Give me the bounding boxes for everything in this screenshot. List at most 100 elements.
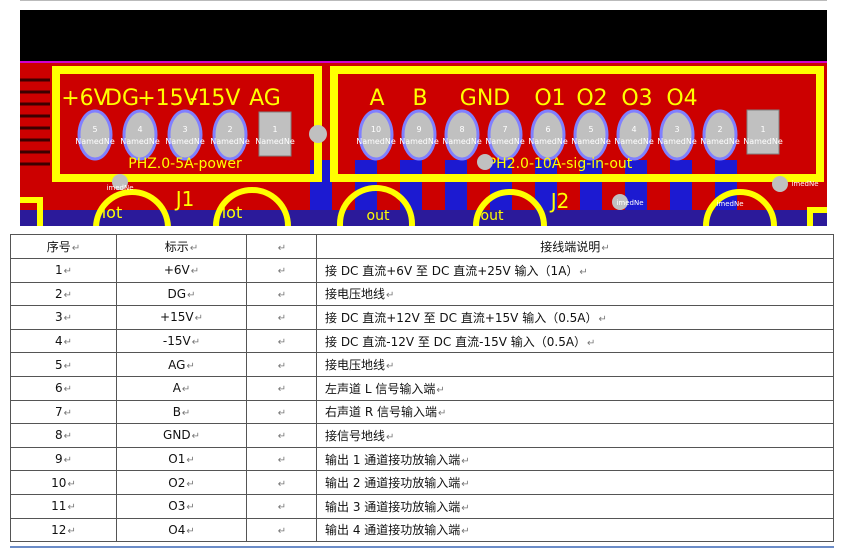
pad-number: 1: [760, 125, 765, 134]
pad-square: [258, 111, 292, 157]
pad-number: 1: [272, 125, 277, 134]
cell-label: GND↵: [116, 423, 247, 448]
pad-round: [358, 109, 394, 161]
pin-label-left: DG: [105, 86, 139, 111]
pad-round: [167, 109, 203, 161]
cell-blank: ↵: [246, 446, 317, 472]
cell-desc: 接电压地线↵: [316, 281, 834, 307]
pad-round: [401, 109, 437, 161]
cell-index: 12↵: [10, 517, 117, 543]
cell-index: 8↵: [10, 423, 117, 448]
pad-number: 7: [502, 125, 507, 134]
cell-desc: 接信号地线↵: [316, 423, 834, 448]
table-row: 2↵ DG↵ ↵ 接电压地线↵: [10, 281, 834, 307]
capacitor-label: lot: [102, 203, 123, 222]
cell-index: 11↵: [10, 493, 117, 519]
via: [309, 125, 327, 143]
designator-j1: J1: [174, 187, 195, 211]
pad-round: [573, 109, 609, 161]
table-row: 6↵ A↵ ↵ 左声道 L 信号输入端↵: [10, 375, 834, 401]
cell-blank: ↵: [246, 399, 317, 425]
pad-round: [702, 109, 738, 161]
pad-number: 2: [227, 125, 232, 134]
cell-label: O2↵: [116, 470, 247, 495]
cell-blank: ↵: [246, 352, 317, 377]
cell-desc: 输出 2 通道接功放输入端↵: [316, 470, 834, 495]
pad-net-label: NamedNe: [743, 137, 783, 146]
pad-net-label: NamedNe: [399, 137, 439, 146]
cell-index: 7↵: [10, 399, 117, 425]
cell-label: +6V↵: [116, 258, 247, 283]
via-net-label: imedNe: [616, 199, 643, 207]
cell-desc: 右声道 R 信号输入端↵: [316, 399, 834, 425]
cell-label: O4↵: [116, 517, 247, 543]
pad-number: 5: [92, 125, 97, 134]
cell-label: A↵: [116, 375, 247, 401]
pad-net-label: NamedNe: [485, 137, 525, 146]
pad-net-label: NamedNe: [255, 137, 295, 146]
table-row: 3↵ +15V↵ ↵ 接 DC 直流+12V 至 DC 直流+15V 输入（0.5A）…: [10, 305, 834, 330]
cell-blank: ↵: [246, 423, 317, 448]
pin-label-left: AG: [249, 86, 281, 111]
pad-number: 5: [588, 125, 593, 134]
cell-label: B↵: [116, 399, 247, 425]
table-row: 10↵ O2↵ ↵ 输出 2 通道接功放输入端↵: [10, 470, 834, 495]
capacitor-label: out: [367, 208, 390, 224]
cell-index: 3↵: [10, 305, 117, 330]
pad-number: 4: [631, 125, 636, 134]
cell-label: O3↵: [116, 493, 247, 519]
pad-net-label: NamedNe: [120, 137, 160, 146]
header-desc: 接线端说明↵: [316, 234, 834, 259]
via: [477, 154, 493, 170]
pin-label-left: -15V: [190, 86, 241, 111]
pin-description-table: 序号↵ 标示↵ ↵ 接线端说明↵ 1↵ +6V↵ ↵ 接 DC 直流+6V 至 DC …: [10, 234, 834, 543]
table-row: 8↵ GND↵ ↵ 接信号地线↵: [10, 423, 834, 448]
table-row: 5↵ AG↵ ↵ 接电压地线↵: [10, 352, 834, 377]
pad-number: 9: [416, 125, 421, 134]
pcb-canvas: +6VDG+15V-15V AG A B GND O1 O2 O3 O45NamedNe4Nam…: [20, 10, 827, 226]
pcb-background: [20, 10, 827, 62]
pad-net-label: NamedNe: [528, 137, 568, 146]
pad-net-label: NamedNe: [571, 137, 611, 146]
pad-round: [122, 109, 158, 161]
pad-round: [487, 109, 523, 161]
via-net-label: imedNe: [791, 180, 818, 188]
footprint-label-left: PHZ.0-5A-power: [128, 156, 242, 172]
pad-round: [530, 109, 566, 161]
capacitor-label: lot: [222, 203, 243, 222]
cell-label: -15V↵: [116, 328, 247, 354]
table-row: 9↵ O1↵ ↵ 输出 1 通道接功放输入端↵: [10, 446, 834, 472]
cell-index: 1↵: [10, 258, 117, 283]
cell-index: 5↵: [10, 352, 117, 377]
pad-number: 10: [371, 125, 381, 134]
cell-blank: ↵: [246, 305, 317, 330]
pad-round: [77, 109, 113, 161]
cell-label: +15V↵: [116, 305, 247, 330]
cell-index: 4↵: [10, 328, 117, 354]
cell-desc: 接 DC 直流-12V 至 DC 直流-15V 输入（0.5A）↵: [316, 328, 834, 354]
pad-round: [444, 109, 480, 161]
pin-label-right: B: [412, 86, 427, 111]
pad-net-label: NamedNe: [442, 137, 482, 146]
header-index: 序号↵: [10, 234, 117, 259]
via-net-label: imedNe: [716, 200, 743, 208]
pad-number: 8: [459, 125, 464, 134]
cell-desc: 接电压地线↵: [316, 352, 834, 377]
cell-desc: 输出 1 通道接功放输入端↵: [316, 446, 834, 472]
cell-label: O1↵: [116, 446, 247, 472]
table-row: 7↵ B↵ ↵ 右声道 R 信号输入端↵: [10, 399, 834, 425]
cell-index: 9↵: [10, 446, 117, 472]
table-header-row: 序号↵ 标示↵ ↵ 接线端说明↵: [10, 234, 834, 259]
pin-label-right: O2: [576, 86, 607, 111]
via-net-label: imedNe: [106, 184, 133, 192]
pad-number: 6: [545, 125, 550, 134]
pad-number: 4: [137, 125, 142, 134]
capacitor-label: out: [481, 208, 504, 224]
pad-number: 3: [182, 125, 187, 134]
page-top-rule: [20, 0, 827, 1]
footprint-label-right: PH2.0-10A-sig-in-out: [488, 156, 633, 172]
pad-net-label: NamedNe: [356, 137, 396, 146]
pad-net-label: NamedNe: [700, 137, 740, 146]
pin-label-right: O4: [666, 86, 697, 111]
pad-number: 2: [717, 125, 722, 134]
